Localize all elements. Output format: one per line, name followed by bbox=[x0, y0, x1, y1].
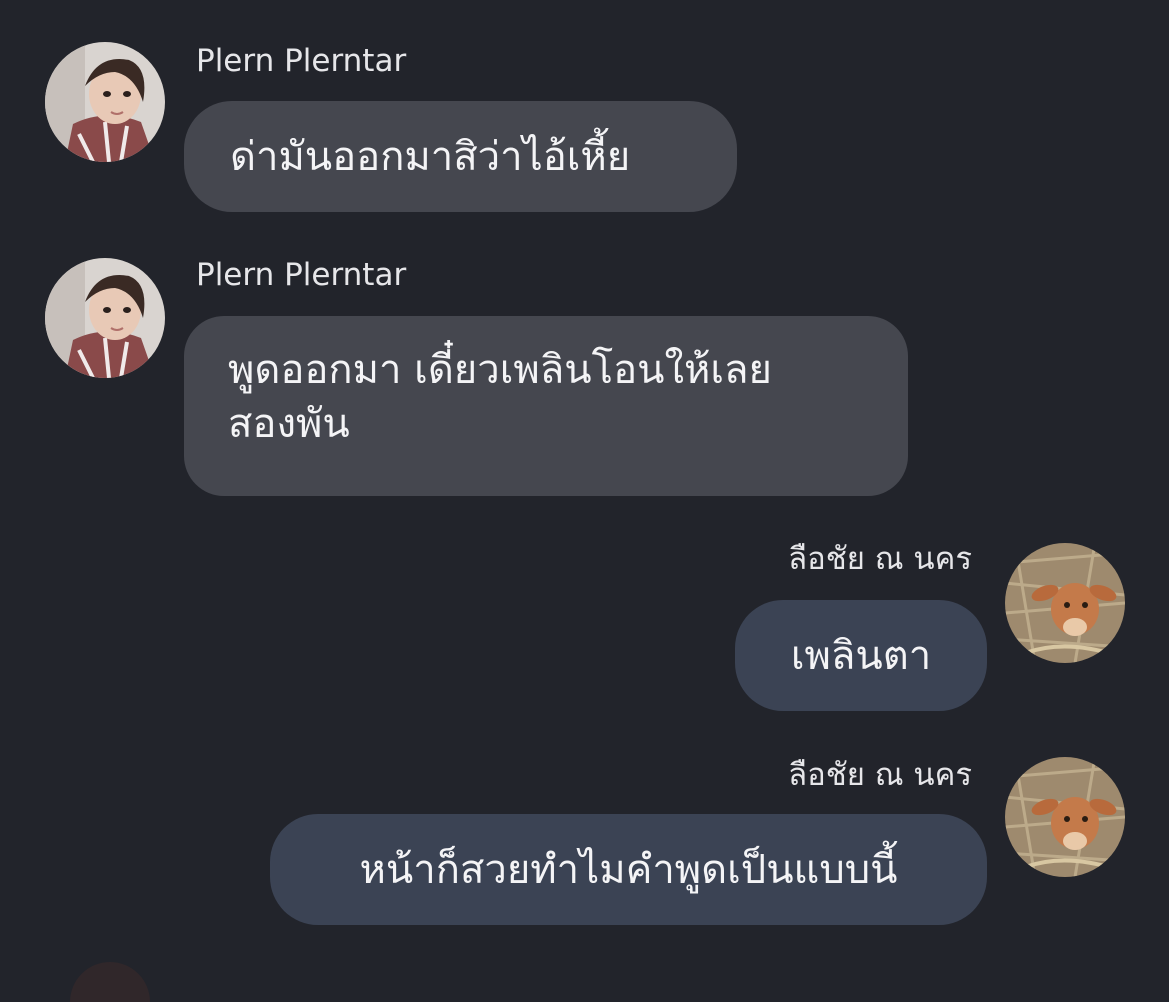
message-bubble[interactable]: เพลินตา bbox=[735, 600, 987, 711]
sender-name: Plern Plerntar bbox=[196, 43, 407, 79]
sender-avatar[interactable] bbox=[45, 258, 165, 378]
message-text-line: พูดออกมา เดี๋ยวเพลินโอนให้เลย bbox=[228, 347, 772, 393]
message-bubble[interactable]: หน้าก็สวยทำไมคำพูดเป็นแบบนี้ bbox=[270, 814, 987, 925]
sender-avatar[interactable] bbox=[45, 42, 165, 162]
sender-avatar[interactable] bbox=[1005, 757, 1125, 877]
sender-name: Plern Plerntar bbox=[196, 257, 407, 293]
message-bubble[interactable]: ด่ามันออกมาสิว่าไอ้เหี้ย bbox=[184, 101, 737, 212]
message-text-line: สองพัน bbox=[228, 401, 350, 447]
sender-name: ลือชัย ณ นคร bbox=[788, 541, 972, 577]
sender-name: ลือชัย ณ นคร bbox=[788, 757, 972, 793]
partial-avatar bbox=[70, 962, 150, 1002]
sender-avatar[interactable] bbox=[1005, 543, 1125, 663]
message-bubble[interactable]: พูดออกมา เดี๋ยวเพลินโอนให้เลย สองพัน bbox=[184, 316, 908, 496]
